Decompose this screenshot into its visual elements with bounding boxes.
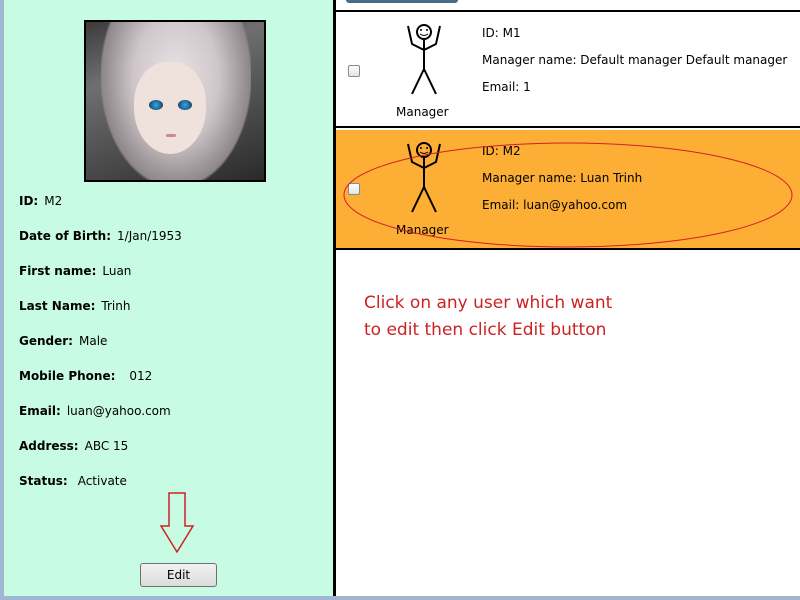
user-list-item[interactable]: Manager ID: M1 Manager name: Default man… bbox=[336, 10, 800, 128]
detail-status-label: Status: bbox=[19, 474, 68, 488]
detail-email-value: luan@yahoo.com bbox=[66, 404, 171, 418]
detail-address-label: Address: bbox=[19, 439, 79, 453]
detail-address: Address: ABC 15 bbox=[19, 439, 128, 453]
detail-mobile: Mobile Phone: 012 bbox=[19, 369, 152, 383]
detail-gender-label: Gender: bbox=[19, 334, 73, 348]
detail-status-value: Activate bbox=[77, 474, 127, 488]
detail-mobile-label: Mobile Phone: bbox=[19, 369, 116, 383]
detail-mobile-value: 012 bbox=[129, 369, 153, 383]
edit-button[interactable]: Edit bbox=[140, 563, 217, 587]
detail-dob: Date of Birth: 1/Jan/1953 bbox=[19, 229, 182, 243]
detail-address-value: ABC 15 bbox=[84, 439, 129, 453]
selection-highlight-ellipse bbox=[343, 142, 793, 248]
scroll-tab-handle bbox=[346, 0, 458, 3]
detail-last-name: Last Name: Trinh bbox=[19, 299, 130, 313]
detail-gender: Gender: Male bbox=[19, 334, 107, 348]
detail-last-name-value: Trinh bbox=[101, 299, 131, 313]
detail-dob-value: 1/Jan/1953 bbox=[117, 229, 182, 243]
detail-email: Email: luan@yahoo.com bbox=[19, 404, 171, 418]
user-role-label: Manager bbox=[396, 105, 449, 119]
detail-status: Status: Activate bbox=[19, 474, 127, 488]
user-select-checkbox[interactable] bbox=[348, 65, 360, 77]
detail-first-name-value: Luan bbox=[102, 264, 132, 278]
instruction-line-2: to edit then click Edit button bbox=[364, 320, 607, 340]
detail-id-value: M2 bbox=[44, 194, 63, 208]
detail-first-name-label: First name: bbox=[19, 264, 97, 278]
detail-first-name: First name: Luan bbox=[19, 264, 131, 278]
user-details-panel: ID: M2 Date of Birth: 1/Jan/1953 First nam… bbox=[0, 0, 333, 596]
detail-last-name-label: Last Name: bbox=[19, 299, 96, 313]
user-name: Manager name: Default manager Default ma… bbox=[482, 53, 788, 67]
detail-email-label: Email: bbox=[19, 404, 61, 418]
detail-dob-label: Date of Birth: bbox=[19, 229, 112, 243]
detail-gender-value: Male bbox=[78, 334, 108, 348]
detail-id: ID: M2 bbox=[19, 194, 62, 208]
user-avatar bbox=[84, 20, 266, 182]
detail-id-label: ID: bbox=[19, 194, 39, 208]
instruction-line-1: Click on any user which want bbox=[364, 293, 613, 313]
down-arrow-annotation-icon bbox=[159, 492, 195, 554]
user-id: ID: M1 bbox=[482, 26, 521, 40]
stick-figure-icon bbox=[407, 24, 441, 95]
user-email: Email: 1 bbox=[482, 80, 531, 94]
instruction-annotation: Click on any user which want to edit the… bbox=[364, 290, 612, 344]
window-bottom-border bbox=[0, 596, 800, 600]
